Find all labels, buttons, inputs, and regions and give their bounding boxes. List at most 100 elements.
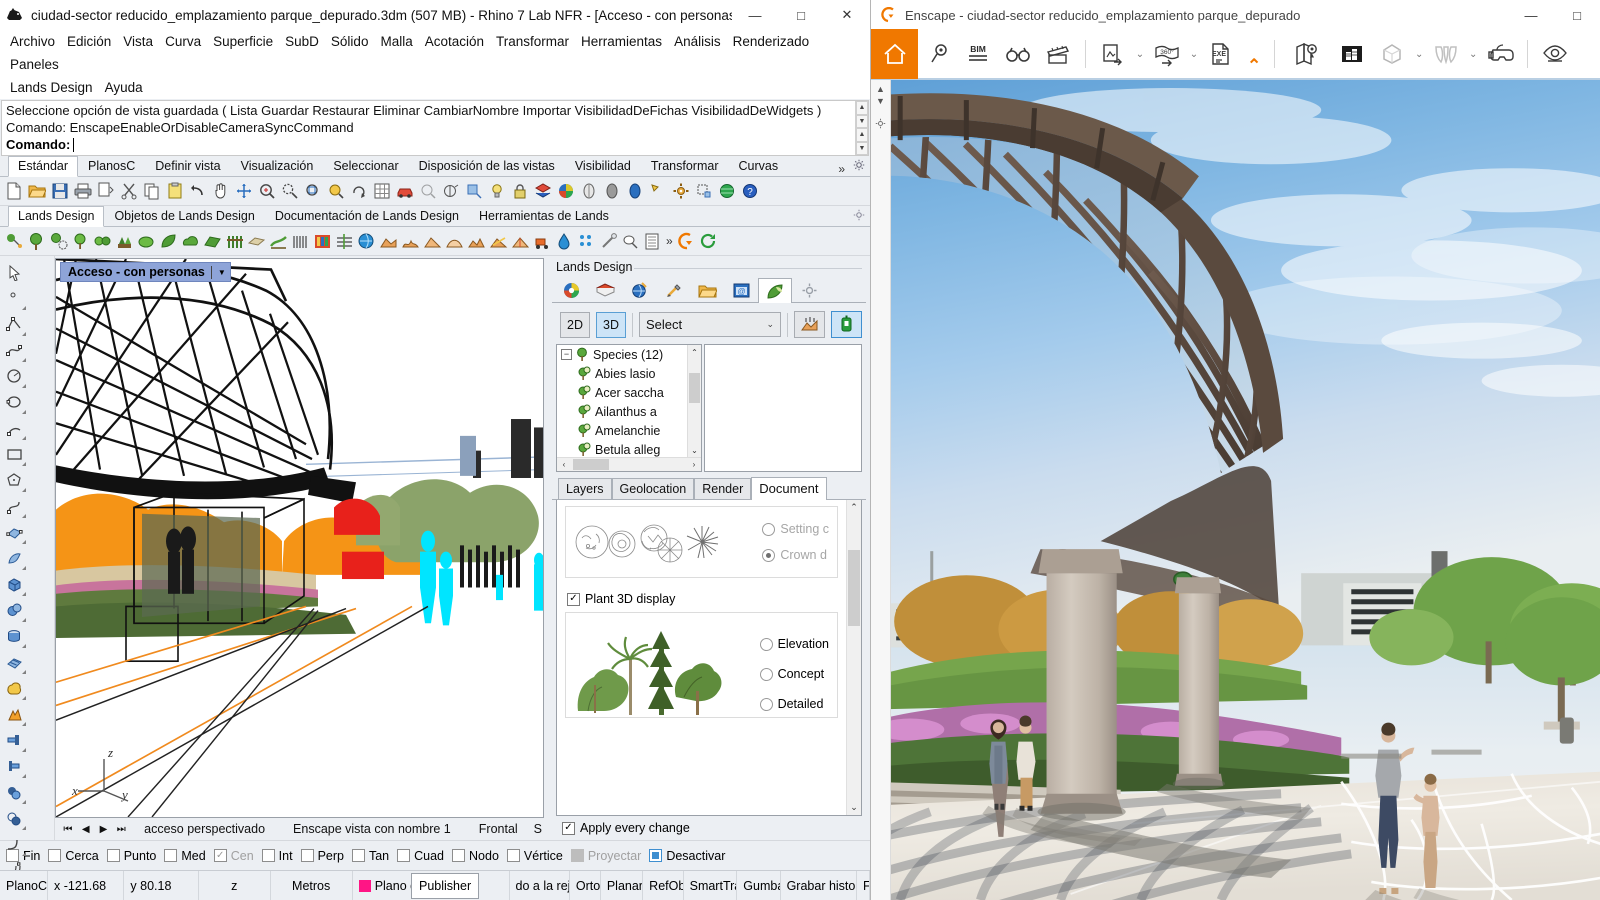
plant-sync-button[interactable]: [831, 311, 862, 338]
tree-vertical-scrollbar[interactable]: ⌃ ⌄: [687, 345, 701, 457]
tab-planosc[interactable]: PlanosC: [78, 156, 145, 176]
zoom-selected-icon[interactable]: [302, 180, 324, 202]
view-tab-s[interactable]: S: [532, 822, 544, 836]
terrain-fill-icon[interactable]: [509, 230, 531, 252]
pan-hand-icon[interactable]: [210, 180, 232, 202]
minimize-button[interactable]: —: [732, 0, 778, 30]
tab-transformar[interactable]: Transformar: [641, 156, 729, 176]
tree-scroll-right-button[interactable]: ›: [687, 460, 701, 469]
menu-superficie[interactable]: Superficie: [207, 30, 279, 53]
view-last-button[interactable]: ⏭: [112, 819, 130, 839]
menu-archivo[interactable]: Archivo: [4, 30, 61, 53]
enscape-start-icon[interactable]: [676, 230, 698, 252]
menu-edicion[interactable]: Edición: [61, 30, 117, 53]
fillet-curve-icon[interactable]: [2, 832, 27, 857]
tab-herramientas-lands[interactable]: Herramientas de Lands: [469, 206, 619, 226]
radio-crown-d[interactable]: Crown d: [762, 548, 829, 562]
ld-tab-folder[interactable]: [690, 278, 724, 302]
viewport-dropdown-icon[interactable]: ▼: [218, 268, 226, 277]
terrain-path-icon[interactable]: [267, 230, 289, 252]
zoom-extents-icon[interactable]: [233, 180, 255, 202]
status-orto[interactable]: Orto: [570, 871, 601, 900]
terrain-1-icon[interactable]: [377, 230, 399, 252]
eye-icon[interactable]: [1535, 29, 1575, 79]
ld-tab-globe[interactable]: [622, 278, 656, 302]
enscape-maximize-button[interactable]: □: [1554, 0, 1600, 30]
menu-solido[interactable]: Sólido: [325, 30, 375, 53]
osnap-desactivar[interactable]: Desactivar: [649, 849, 725, 863]
osnap-tan[interactable]: Tan: [352, 849, 389, 863]
lands-settings-gear-icon[interactable]: [848, 204, 870, 226]
tree-plant-icon[interactable]: [25, 230, 47, 252]
options-gear-icon[interactable]: [670, 180, 692, 202]
tab-disposicion-vistas[interactable]: Disposición de las vistas: [409, 156, 565, 176]
shrub-group-icon[interactable]: [91, 230, 113, 252]
status-units[interactable]: Metros: [271, 871, 353, 900]
print-icon[interactable]: [72, 180, 94, 202]
chevron-down-icon-2[interactable]: ⌄: [1187, 49, 1201, 60]
sphere-icon[interactable]: [2, 598, 27, 623]
view-tab-frontal[interactable]: Frontal: [465, 822, 532, 836]
panorama-360-icon[interactable]: 360°: [1147, 29, 1187, 79]
white-mode-icon[interactable]: [1372, 29, 1412, 79]
tree-expander-icon[interactable]: −: [561, 349, 572, 360]
osnap-med[interactable]: Med: [164, 849, 205, 863]
status-snap-grid[interactable]: do a la rej: [510, 871, 570, 900]
tab-seleccionar[interactable]: Seleccionar: [323, 156, 408, 176]
copy-view-icon[interactable]: [95, 180, 117, 202]
terrain-3-icon[interactable]: [421, 230, 443, 252]
wings-icon[interactable]: [1426, 29, 1466, 79]
button-3d[interactable]: 3D: [596, 312, 626, 338]
osnap-nodo[interactable]: Nodo: [452, 849, 499, 863]
osnap-cen[interactable]: ✓Cen: [214, 849, 254, 863]
menu-curva[interactable]: Curva: [159, 30, 207, 53]
railing-icon[interactable]: [289, 230, 311, 252]
zoom-window-icon[interactable]: [279, 180, 301, 202]
plant-3d-display-checkbox[interactable]: ✓ Plant 3D display: [567, 592, 836, 606]
tree-scroll-thumb[interactable]: [689, 373, 700, 403]
tab-estandar[interactable]: Estándar: [8, 156, 78, 177]
radio-elevation[interactable]: Elevation: [760, 637, 829, 651]
point-icon[interactable]: [2, 286, 27, 311]
menu-transformar[interactable]: Transformar: [490, 30, 575, 53]
vr-headset-icon[interactable]: [1480, 29, 1520, 79]
plant-label-icon[interactable]: [3, 230, 25, 252]
command-spin-up[interactable]: ▲: [856, 128, 868, 142]
circle-icon[interactable]: [2, 364, 27, 389]
ld-tab-gear[interactable]: [792, 278, 826, 302]
command-scroll-arrows[interactable]: ▲ ▼ ▲ ▼: [855, 101, 868, 155]
plant-list-icon[interactable]: [641, 230, 663, 252]
tree-hscroll-thumb[interactable]: [573, 459, 609, 470]
tab-definir-vista[interactable]: Definir vista: [145, 156, 230, 176]
bim-icon[interactable]: BIM: [958, 29, 998, 79]
chevron-down-icon-4[interactable]: ⌄: [1466, 49, 1480, 60]
water-drop-icon[interactable]: [553, 230, 575, 252]
named-view-icon[interactable]: [463, 180, 485, 202]
radio-setting-c[interactable]: Setting c: [762, 522, 829, 536]
cut-icon[interactable]: [118, 180, 140, 202]
tree-scroll-up-button[interactable]: ⌃: [688, 345, 701, 359]
site-context-icon[interactable]: [1332, 29, 1372, 79]
tab-visibilidad[interactable]: Visibilidad: [565, 156, 641, 176]
command-scroll-down[interactable]: ▼: [856, 115, 868, 129]
rhino-viewport[interactable]: Acceso - con personas ▼: [55, 258, 544, 818]
command-scroll-up[interactable]: ▲: [856, 101, 868, 115]
view-tab-enscape-vista[interactable]: Enscape vista con nombre 1: [279, 822, 465, 836]
green-area-icon[interactable]: [201, 230, 223, 252]
ld-tab-book[interactable]: [588, 278, 622, 302]
enscape-render-view[interactable]: ▲ ▼: [871, 80, 1600, 900]
tree-scroll-down-button[interactable]: ⌄: [688, 443, 701, 457]
toolbar-overflow-row-2[interactable]: »: [663, 234, 676, 248]
tab-objetos-lands-design[interactable]: Objetos de Lands Design: [104, 206, 264, 226]
tab-lands-design[interactable]: Lands Design: [8, 206, 104, 227]
box-icon[interactable]: [2, 572, 27, 597]
label-tag-icon[interactable]: [619, 230, 641, 252]
tree-item-0[interactable]: Abies lasio: [557, 364, 701, 383]
doc-tab-document[interactable]: Document: [751, 477, 826, 500]
chevron-down-icon-3[interactable]: ⌄: [1412, 49, 1426, 60]
rail-gear-icon[interactable]: [875, 118, 886, 131]
enscape-minimize-button[interactable]: —: [1508, 0, 1554, 30]
boolean-difference-icon[interactable]: [2, 780, 27, 805]
tab-documentacion-lands-design[interactable]: Documentación de Lands Design: [265, 206, 469, 226]
fence-icon[interactable]: [223, 230, 245, 252]
